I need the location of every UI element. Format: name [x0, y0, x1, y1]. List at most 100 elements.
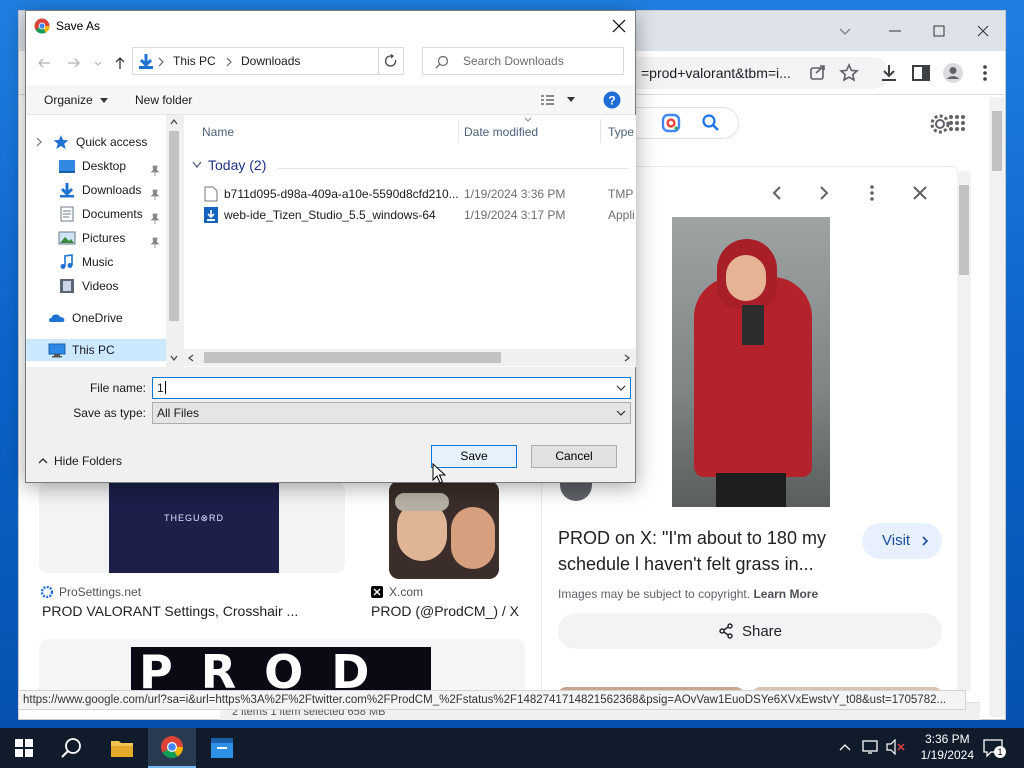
nav-item-label: Pictures	[82, 231, 126, 245]
taskbar-chrome[interactable]	[148, 728, 196, 768]
notification-count: 1	[994, 746, 1006, 758]
file-name-input[interactable]: 1	[152, 377, 631, 399]
installer-icon	[204, 207, 218, 223]
file-list-hscrollbar[interactable]	[184, 349, 636, 366]
panel-scroll-thumb[interactable]	[959, 185, 969, 275]
close-preview-icon[interactable]	[910, 183, 930, 203]
h-scroll-thumb[interactable]	[204, 352, 501, 363]
share-button[interactable]: Share	[558, 613, 942, 649]
page-scroll-thumb[interactable]	[992, 111, 1002, 171]
clock-date: 1/19/2024	[920, 748, 974, 762]
column-name[interactable]: Name	[202, 125, 234, 139]
visit-button[interactable]: Visit	[862, 523, 942, 559]
profile-avatar-icon[interactable]	[941, 61, 965, 85]
result-title-prosettings[interactable]: PROD VALORANT Settings, Crosshair ...	[42, 603, 298, 619]
nav-videos[interactable]: Videos	[58, 275, 118, 297]
download-icon[interactable]	[877, 61, 901, 85]
column-divider[interactable]	[458, 119, 459, 143]
clock-time: 3:36 PM	[924, 732, 970, 746]
address-text: =prod+valorant&tbm=i...	[641, 65, 791, 81]
nav-music[interactable]: Music	[58, 251, 113, 273]
file-row[interactable]: web-ide_Tizen_Studio_5.5_windows-64 1/19…	[202, 205, 636, 225]
new-folder-button[interactable]: New folder	[135, 93, 192, 107]
recent-locations-icon[interactable]	[92, 55, 104, 71]
nav-pictures[interactable]: Pictures	[58, 227, 125, 249]
minimize-icon[interactable]	[881, 17, 909, 45]
learn-more-link[interactable]: Learn More	[753, 587, 818, 601]
side-panel-icon[interactable]	[909, 61, 933, 85]
refresh-button[interactable]	[378, 47, 404, 75]
maximize-icon[interactable]	[925, 17, 953, 45]
scroll-down-icon[interactable]	[170, 355, 178, 361]
save-as-type-select[interactable]: All Files	[152, 402, 631, 424]
column-date-modified[interactable]: Date modified	[464, 125, 538, 139]
nav-onedrive[interactable]: OneDrive	[48, 307, 123, 329]
result-image-selfie[interactable]	[389, 481, 499, 579]
column-type[interactable]: Type	[608, 125, 634, 139]
nav-item-label: Videos	[82, 279, 119, 293]
result-site-x[interactable]: X.com	[371, 585, 423, 599]
file-list: Name Date modified Type Today (2) b711d0…	[184, 115, 636, 367]
result-site-prosettings[interactable]: ProSettings.net	[41, 585, 141, 599]
breadcrumb-separator-icon	[158, 57, 164, 67]
share-page-icon[interactable]	[806, 61, 830, 85]
breadcrumb-this-pc[interactable]: This PC	[173, 54, 216, 68]
dialog-command-bar: Organize New folder ?	[26, 85, 635, 115]
copyright-text: Images may be subject to copyright.	[558, 587, 751, 601]
next-image-icon[interactable]	[814, 183, 834, 203]
file-row[interactable]: b711d095-d98a-409a-a10e-5590d8cfd210... …	[202, 184, 636, 204]
taskbar-file-explorer[interactable]	[98, 728, 146, 768]
page-scrollbar[interactable]	[989, 97, 1005, 717]
nav-pane-scrollbar[interactable]	[166, 115, 182, 367]
nav-quick-access[interactable]: Quick access	[34, 131, 147, 153]
search-downloads-field[interactable]: Search Downloads	[422, 47, 624, 75]
address-path[interactable]: This PC Downloads	[132, 47, 402, 75]
tab-search-icon[interactable]	[831, 17, 859, 45]
system-clock[interactable]: 3:36 PM 1/19/2024	[921, 731, 974, 763]
organize-menu[interactable]: Organize	[44, 93, 109, 107]
group-today[interactable]: Today (2)	[192, 157, 266, 173]
close-window-icon[interactable]	[969, 17, 997, 45]
file-name-dropdown-icon[interactable]	[616, 385, 626, 391]
search-icon[interactable]	[700, 112, 722, 134]
back-arrow-icon[interactable]	[36, 55, 52, 71]
panel-scrollbar[interactable]	[957, 171, 971, 691]
scroll-up-icon[interactable]	[170, 119, 178, 125]
nav-desktop[interactable]: Desktop	[58, 155, 126, 177]
nav-this-pc[interactable]: This PC	[26, 339, 166, 361]
hide-folders-toggle[interactable]: Hide Folders	[38, 454, 122, 468]
help-icon[interactable]: ?	[603, 91, 621, 109]
scroll-left-icon[interactable]	[188, 354, 194, 362]
result-image-hoodie[interactable]: THEGU⊗RD	[39, 481, 345, 573]
google-lens-icon[interactable]	[660, 112, 682, 134]
prev-image-icon[interactable]	[767, 183, 787, 203]
result-title-x[interactable]: PROD (@ProdCM_) / X	[371, 603, 519, 619]
taskbar-search-button[interactable]	[48, 728, 96, 768]
preview-description[interactable]: PROD on X: "I'm about to 180 my schedule…	[558, 525, 858, 577]
up-arrow-icon[interactable]	[112, 55, 128, 71]
preview-image[interactable]	[672, 217, 830, 507]
organize-dropdown-icon	[100, 97, 109, 103]
forward-arrow-icon[interactable]	[66, 55, 82, 71]
network-icon[interactable]	[862, 739, 880, 755]
pin-icon	[150, 189, 160, 200]
chrome-menu-icon[interactable]	[973, 61, 997, 85]
nav-documents[interactable]: Documents	[58, 203, 143, 225]
nav-downloads[interactable]: Downloads	[58, 179, 141, 201]
volume-muted-icon[interactable]	[886, 739, 906, 755]
nav-scroll-thumb[interactable]	[169, 131, 179, 321]
dialog-close-icon[interactable]	[610, 17, 628, 35]
notification-center-icon[interactable]: 1	[982, 738, 1006, 758]
more-options-icon[interactable]	[862, 183, 882, 203]
breadcrumb-downloads[interactable]: Downloads	[241, 54, 300, 68]
taskbar-app[interactable]	[198, 728, 246, 768]
tray-overflow-icon[interactable]	[838, 740, 852, 754]
start-button[interactable]	[0, 728, 48, 768]
scroll-right-icon[interactable]	[624, 354, 630, 362]
apps-grid-icon[interactable]	[947, 113, 967, 133]
bookmark-star-icon[interactable]	[837, 61, 861, 85]
view-options-icon[interactable]	[540, 93, 576, 107]
column-divider[interactable]	[600, 119, 601, 143]
cancel-button[interactable]: Cancel	[531, 445, 617, 468]
desktop-folder-icon	[59, 160, 75, 173]
